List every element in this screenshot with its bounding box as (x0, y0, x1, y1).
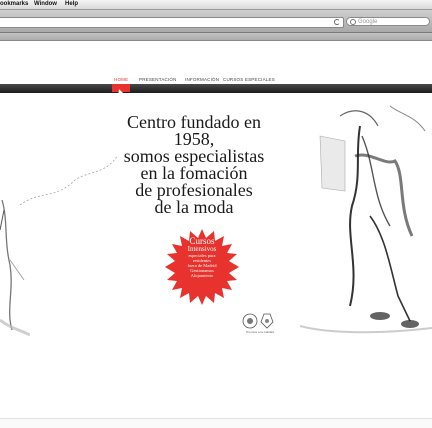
courses-starburst-badge[interactable]: Cursos Intensivos especiales para reside… (164, 229, 240, 305)
hero-headline: Centro fundado en 1958, somos especialis… (94, 113, 294, 217)
address-bar[interactable] (0, 17, 344, 28)
menu-window[interactable]: Window (34, 0, 57, 9)
search-icon (350, 19, 356, 25)
nav-presentacion[interactable]: PRESENTACIÓN (136, 75, 180, 84)
fashion-sketch-right (300, 105, 432, 334)
nav-home[interactable]: HOME (111, 75, 131, 84)
bookmarks-bar (0, 33, 432, 41)
reload-icon[interactable] (334, 19, 340, 25)
browser-toolbar: Google (0, 10, 432, 33)
hero-line: de la moda (154, 197, 234, 217)
menu-bar: ookmarks Window Help (0, 0, 432, 10)
seal-caption: Premios a la Calidad (246, 330, 274, 334)
burst-title: Cursos (189, 236, 215, 246)
search-field[interactable]: Google (346, 17, 430, 26)
menu-help[interactable]: Help (65, 0, 78, 9)
burst-subtitle: Intensivos (187, 245, 217, 253)
menu-bookmarks[interactable]: ookmarks (0, 0, 28, 9)
burst-line: Alojamiento (190, 273, 214, 278)
search-placeholder: Google (358, 19, 378, 25)
nav-informacion[interactable]: INFORMACIÓN (182, 75, 222, 84)
nav-cursos-especiales[interactable]: CURSOS ESPECIALES (220, 75, 278, 84)
nav-band (0, 84, 432, 93)
burst-text: Cursos Intensivos especiales para reside… (164, 236, 240, 279)
